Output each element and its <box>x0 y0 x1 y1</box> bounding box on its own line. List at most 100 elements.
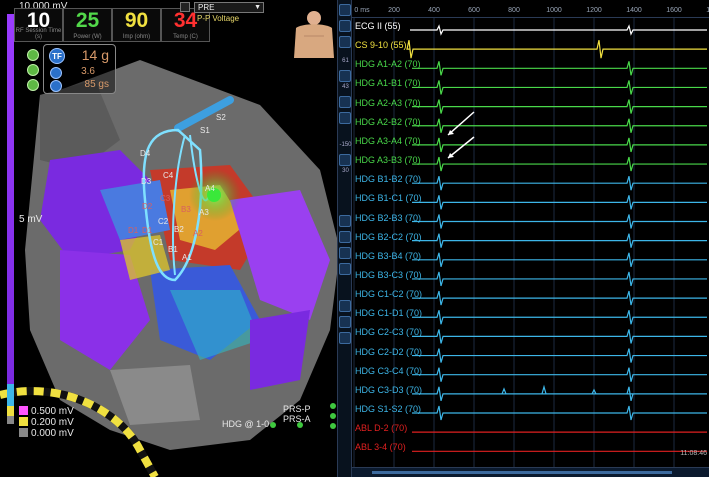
egm-trace <box>412 118 707 133</box>
toolbar-button[interactable] <box>339 215 351 227</box>
electrode-label: A2 <box>193 229 203 238</box>
electrode-label: A3 <box>199 208 209 217</box>
channel-label[interactable]: HDG A1-A2 (70) <box>355 59 421 69</box>
channel-label[interactable]: HDG C1-C2 (70) <box>355 289 422 299</box>
channel-label[interactable]: HDG C3-D3 (70) <box>355 385 422 395</box>
map-tool-button-1[interactable] <box>27 49 39 61</box>
contact-force-panel: TF 14 g 3.6 85 gs <box>43 44 116 94</box>
stat-label: Temp (C) <box>173 34 198 40</box>
channel-label[interactable]: HDG C1-D1 (70) <box>355 308 422 318</box>
map-panel[interactable]: 10.000 mV 5 mV 0.500 mV 0.200 mV 0.000 m… <box>0 0 351 477</box>
channel-label[interactable]: HDG B3-C3 (70) <box>355 270 422 280</box>
toolbar-button[interactable] <box>339 96 351 108</box>
egm-trace <box>412 310 707 325</box>
stat-impedance: 90 Imp (ohm) <box>112 8 161 42</box>
toolbar-button[interactable] <box>339 300 351 312</box>
time-axis: 0 ms20040060080010001200140016001800 <box>352 0 709 18</box>
toolbar-value: 30 <box>342 168 349 174</box>
egm-trace <box>412 214 707 229</box>
map-mode-label: P-P Voltage <box>197 14 240 23</box>
time-tick-label: 1000 <box>546 7 562 14</box>
electrode-label: C1 <box>153 238 164 247</box>
egm-trace <box>412 405 707 421</box>
force-time-value: 85 gs <box>84 79 109 90</box>
catheter-label: HDG @ 1-0 <box>222 419 270 429</box>
map-tool-button-3[interactable] <box>27 79 39 91</box>
channel-label[interactable]: HDG B2-C2 (70) <box>355 232 422 242</box>
time-tick-label: 1600 <box>666 7 682 14</box>
time-tick-label: 600 <box>468 7 480 14</box>
egm-trace <box>412 137 707 153</box>
electrode-label: C2 <box>158 217 169 226</box>
toolbar-value: 61 <box>342 58 349 64</box>
toolbar-button[interactable] <box>339 70 351 82</box>
toolbar-button[interactable] <box>339 231 351 243</box>
colorbar-value: 0.200 mV <box>31 417 74 428</box>
channel-label[interactable]: CS 9-10 (55) <box>355 40 407 50</box>
electrode-label: S2 <box>216 113 226 122</box>
channel-label[interactable]: HDG A2-A3 (70) <box>355 98 421 108</box>
electrode-label: B1 <box>168 245 178 254</box>
toolbar-button[interactable] <box>339 20 351 32</box>
status-dot-icon <box>330 423 336 429</box>
scrollbar-thumb[interactable] <box>372 471 672 474</box>
ablation-stats: 10 RF Session Time (s) 25 Power (W) 90 Imp … <box>14 8 210 42</box>
toolbar-button[interactable] <box>339 247 351 259</box>
egm-trace <box>412 80 707 95</box>
status-dot-icon <box>270 422 276 428</box>
time-tick-label: 800 <box>508 7 520 14</box>
contact-force-value: 14 g <box>81 47 109 63</box>
map-select-dropdown[interactable]: PRE ▼ <box>194 2 264 13</box>
channel-label[interactable]: ABL 3-4 (70) <box>355 442 406 452</box>
tf-icon: TF <box>49 48 65 64</box>
egm-trace <box>410 24 707 36</box>
channel-label[interactable]: HDG B1-C1 (70) <box>355 193 422 203</box>
stat-session-time: 10 RF Session Time (s) <box>14 8 63 42</box>
electrode-label: D3 <box>141 177 152 186</box>
channel-label[interactable]: HDG S1-S2 (70) <box>355 404 421 414</box>
map-select-value: PRE <box>198 3 215 12</box>
channel-label[interactable]: HDG A3-B3 (70) <box>355 155 421 165</box>
channel-label[interactable]: ABL D-2 (70) <box>355 423 407 433</box>
electrode-label: D2 <box>142 202 153 211</box>
index-icon <box>50 80 62 92</box>
egm-trace <box>412 61 707 76</box>
contact-angle-value: 3.6 <box>81 66 95 77</box>
egm-scrollbar[interactable] <box>352 467 709 477</box>
channel-label[interactable]: HDG C2-C3 (70) <box>355 327 422 337</box>
channel-label[interactable]: HDG B3-B4 (70) <box>355 251 421 261</box>
electrode-label: B2 <box>174 225 184 234</box>
toolbar-button[interactable] <box>339 263 351 275</box>
annotation-arrow-icon <box>447 111 475 136</box>
toolbar-button[interactable] <box>339 36 351 48</box>
stat-value: 90 <box>124 9 149 32</box>
annotation-arrow-icon <box>447 136 475 159</box>
channel-label[interactable]: HDG C3-C4 (70) <box>355 366 422 376</box>
chevron-down-icon: ▼ <box>254 4 261 11</box>
toolbar-button[interactable] <box>339 154 351 166</box>
egm-trace <box>412 271 707 287</box>
map-tool-button-2[interactable] <box>27 64 39 76</box>
toolbar-button[interactable] <box>339 316 351 328</box>
toolbar-button[interactable] <box>339 112 351 124</box>
channel-label[interactable]: HDG B1-B2 (70) <box>355 174 421 184</box>
torso-orientation-icon[interactable] <box>292 10 336 60</box>
channel-label[interactable]: HDG A2-B2 (70) <box>355 117 421 127</box>
channel-label[interactable]: HDG A1-B1 (70) <box>355 78 421 88</box>
toolbar-button[interactable] <box>339 4 351 16</box>
egm-trace <box>412 348 707 363</box>
prs-label: PRS-A <box>283 414 311 424</box>
egm-trace <box>412 384 707 402</box>
toolbar-button[interactable] <box>339 332 351 344</box>
channel-label[interactable]: HDG A3-A4 (70) <box>355 136 421 146</box>
egm-trace <box>412 195 707 210</box>
time-tick-label: 1400 <box>626 7 642 14</box>
panel-menu-button[interactable] <box>180 2 190 12</box>
egm-trace <box>412 367 707 382</box>
channel-label[interactable]: HDG C2-D2 (70) <box>355 347 422 357</box>
channel-label[interactable]: HDG B2-B3 (70) <box>355 213 421 223</box>
electrode-label: D1 <box>128 226 139 235</box>
swatch-icon <box>19 406 28 415</box>
swatch-icon <box>19 428 28 437</box>
channel-label[interactable]: ECG II (55) <box>355 21 401 31</box>
